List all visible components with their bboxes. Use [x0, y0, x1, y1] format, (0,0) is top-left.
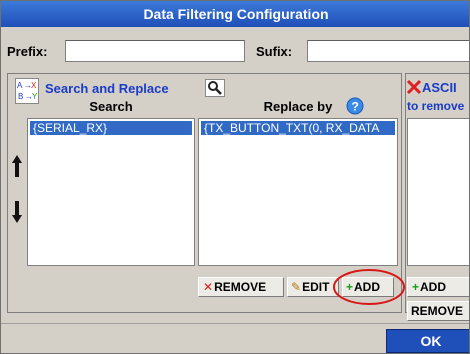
data-filtering-window: Data Filtering Configuration Prefix: Suf… [0, 0, 470, 354]
svg-text:B: B [18, 92, 23, 101]
move-up-button[interactable] [12, 153, 22, 177]
search-list-item[interactable]: {SERIAL_RX} [30, 121, 192, 135]
remove-button[interactable]: ✕REMOVE [198, 277, 284, 297]
ascii-x-icon [406, 79, 422, 95]
sufix-label: Sufix: [256, 44, 293, 59]
search-list[interactable]: {SERIAL_RX} [27, 118, 195, 266]
replace-list[interactable]: {TX_BUTTON_TXT(0, RX_DATA [198, 118, 398, 266]
ascii-title: ASCII [422, 80, 457, 95]
bottom-divider [1, 323, 469, 324]
prefix-label: Prefix: [7, 44, 48, 59]
ascii-add-label: ADD [420, 280, 447, 294]
search-replace-title: Search and Replace [45, 81, 169, 96]
replace-list-item[interactable]: {TX_BUTTON_TXT(0, RX_DATA [201, 121, 395, 135]
ascii-list[interactable] [407, 118, 469, 266]
edit-button-label: EDIT [302, 280, 330, 294]
help-icon[interactable]: ? [346, 97, 364, 115]
search-column-header: Search [89, 99, 133, 114]
magnifier-icon[interactable] [205, 79, 225, 97]
svg-text:X: X [31, 81, 37, 90]
ascii-add-button[interactable]: +ADD [407, 277, 469, 297]
pencil-icon: ✎ [291, 280, 302, 294]
ok-button[interactable]: OK [386, 329, 469, 353]
sufix-input[interactable] [307, 40, 469, 62]
ascii-subtitle: to remove [407, 99, 465, 113]
search-replace-icon: A → X B → Y [15, 78, 39, 104]
remove-button-label: REMOVE [214, 280, 267, 294]
svg-text:?: ? [352, 100, 359, 114]
ascii-plus-icon: + [412, 280, 420, 294]
remove-x-icon: ✕ [203, 280, 214, 294]
prefix-input[interactable] [65, 40, 245, 62]
replace-column-header: Replace by [263, 99, 333, 114]
move-down-button[interactable] [12, 201, 22, 225]
ascii-remove-button[interactable]: REMOVE [407, 301, 469, 321]
svg-text:A: A [17, 81, 23, 90]
ascii-remove-label: REMOVE [411, 304, 464, 318]
svg-text:Y: Y [32, 92, 38, 101]
highlight-ring [333, 269, 405, 305]
window-title: Data Filtering Configuration [1, 1, 469, 27]
